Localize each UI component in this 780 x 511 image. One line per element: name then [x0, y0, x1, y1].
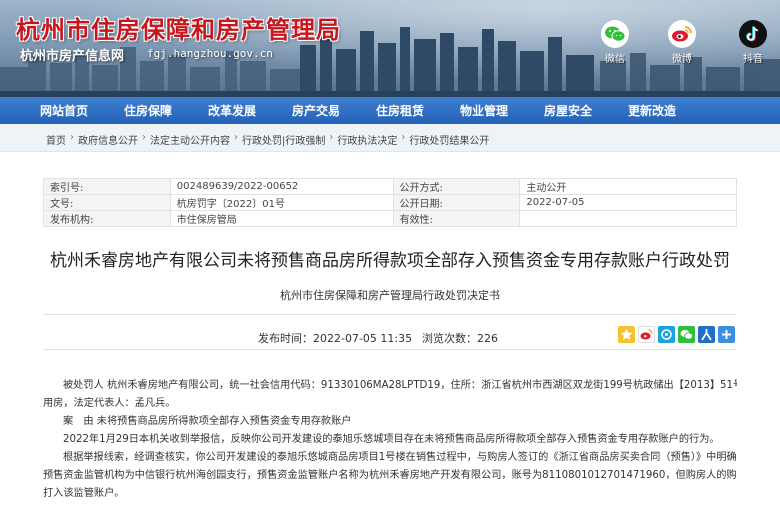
- document-meta-table: 索引号: 002489639/2022-00652 公开方式: 主动公开 文号:…: [43, 178, 737, 227]
- breadcrumb-bar: 首页 › 政府信息公开 › 法定主动公开内容 › 行政处罚|行政强制 › 行政执…: [0, 124, 780, 152]
- meta-issuer-value: 市住保房管局: [169, 210, 394, 227]
- breadcrumb-separator: ›: [329, 132, 334, 143]
- renren-icon[interactable]: [698, 326, 715, 343]
- publish-time: 发布时间：2022-07-05 11:35: [258, 332, 413, 345]
- divider: [43, 314, 737, 315]
- site-domain: fgj.hangzhou.gov.cn: [147, 47, 273, 60]
- wechat-link[interactable]: 微信: [595, 20, 635, 65]
- weibo-share-icon[interactable]: [638, 326, 655, 343]
- header-banner: 杭州市住房保障和房产管理局 杭州市房产信息网 fgj.hangzhou.gov.…: [0, 0, 780, 97]
- nav-item-building-safety[interactable]: 房屋安全: [526, 102, 610, 119]
- meta-publish-date-label: 公开日期:: [392, 194, 521, 211]
- site-title: 杭州市住房保障和房产管理局: [16, 15, 341, 44]
- view-count: 浏览次数：226: [422, 332, 498, 345]
- meta-validity-value: [519, 210, 737, 227]
- paragraph-report: 2022年1月29日本机关收到举报信，反映你公司开发建设的泰旭乐悠城项目存在未将…: [63, 434, 720, 445]
- douyin-icon: [739, 20, 767, 48]
- article-issuer-line: 杭州市住房保障和房产管理局行政处罚决定书: [280, 289, 500, 302]
- tencent-icon[interactable]: [658, 326, 675, 343]
- nav-item-reform[interactable]: 改革发展: [190, 102, 274, 119]
- nav-item-renewal[interactable]: 更新改造: [610, 102, 694, 119]
- paragraph-penalized-party-cont: 用房，法定代表人：孟凡兵。: [43, 398, 176, 409]
- nav-item-property-mgmt[interactable]: 物业管理: [442, 102, 526, 119]
- nav-item-property-trade[interactable]: 房产交易: [274, 102, 358, 119]
- weibo-icon: [668, 20, 696, 48]
- article-title: 杭州禾睿房地产有限公司未将预售商品房所得款项全部存入预售资金专用存款账户行政处罚: [50, 251, 730, 271]
- meta-index-label: 索引号:: [43, 178, 171, 195]
- meta-publish-date-value: 2022-07-05: [519, 194, 737, 211]
- breadcrumb-statutory[interactable]: 法定主动公开内容: [150, 132, 230, 147]
- douyin-link[interactable]: 抖音: [733, 20, 773, 65]
- breadcrumb-separator: ›: [234, 132, 238, 143]
- meta-index-value: 002489639/2022-00652: [169, 178, 394, 195]
- paragraph-investigation: 根据举报线索，经调查核实，你公司开发建设的泰旭乐悠城商品房项目1号楼在销售过程中…: [63, 452, 737, 463]
- article-body: 被处罚人 杭州禾睿房地产有限公司，统一社会信用代码：91330106MA28LP…: [43, 377, 737, 503]
- divider: [43, 349, 737, 350]
- more-share-icon[interactable]: [718, 326, 735, 343]
- breadcrumb-separator: ›: [142, 132, 146, 143]
- paragraph-case-cause: 案 由 未将预售商品房所得款项全部存入预售资金专用存款账户: [63, 416, 352, 427]
- share-toolbar: [618, 326, 735, 343]
- wechat-icon: [601, 20, 629, 48]
- wechat-share-icon[interactable]: [678, 326, 695, 343]
- meta-issuer-label: 发布机构:: [43, 210, 171, 227]
- meta-open-mode-value: 主动公开: [519, 178, 737, 195]
- paragraph-investigation-end: 打入该监管账户。: [43, 488, 125, 499]
- paragraph-penalized-party: 被处罚人 杭州禾睿房地产有限公司，统一社会信用代码：91330106MA28LP…: [63, 380, 737, 391]
- qzone-icon[interactable]: [618, 326, 635, 343]
- nav-item-housing-security[interactable]: 住房保障: [106, 102, 190, 119]
- breadcrumb-gov-info[interactable]: 政府信息公开: [78, 132, 138, 147]
- wechat-label: 微信: [605, 54, 625, 65]
- nav-item-home[interactable]: 网站首页: [22, 102, 106, 119]
- meta-open-mode-label: 公开方式:: [392, 178, 521, 195]
- breadcrumb-enforcement[interactable]: 行政执法决定: [337, 132, 397, 147]
- nav-item-rental[interactable]: 住房租赁: [358, 102, 442, 119]
- site-subtitle: 杭州市房产信息网: [20, 49, 125, 64]
- weibo-label: 微博: [672, 54, 692, 65]
- breadcrumb-penalty[interactable]: 行政处罚|行政强制: [242, 132, 325, 147]
- breadcrumb-penalty-results[interactable]: 行政处罚结果公开: [409, 132, 489, 147]
- weibo-link[interactable]: 微博: [662, 20, 702, 65]
- breadcrumb-home[interactable]: 首页: [46, 132, 66, 147]
- douyin-label: 抖音: [743, 54, 763, 65]
- meta-validity-label: 有效性:: [392, 210, 521, 227]
- breadcrumb-separator: ›: [70, 132, 74, 143]
- meta-doc-no-value: 杭房罚字〔2022〕01号: [169, 194, 394, 211]
- paragraph-investigation-cont: 预售资金监管机构为中信银行杭州海创园支行，预售资金监管账户名称为杭州禾睿房地产开…: [43, 470, 737, 481]
- main-nav: 网站首页 住房保障 改革发展 房产交易 住房租赁 物业管理 房屋安全 更新改造: [0, 97, 780, 124]
- breadcrumb: 首页 › 政府信息公开 › 法定主动公开内容 › 行政处罚|行政强制 › 行政执…: [46, 132, 489, 147]
- breadcrumb-separator: ›: [401, 132, 406, 143]
- meta-doc-no-label: 文号:: [43, 194, 171, 211]
